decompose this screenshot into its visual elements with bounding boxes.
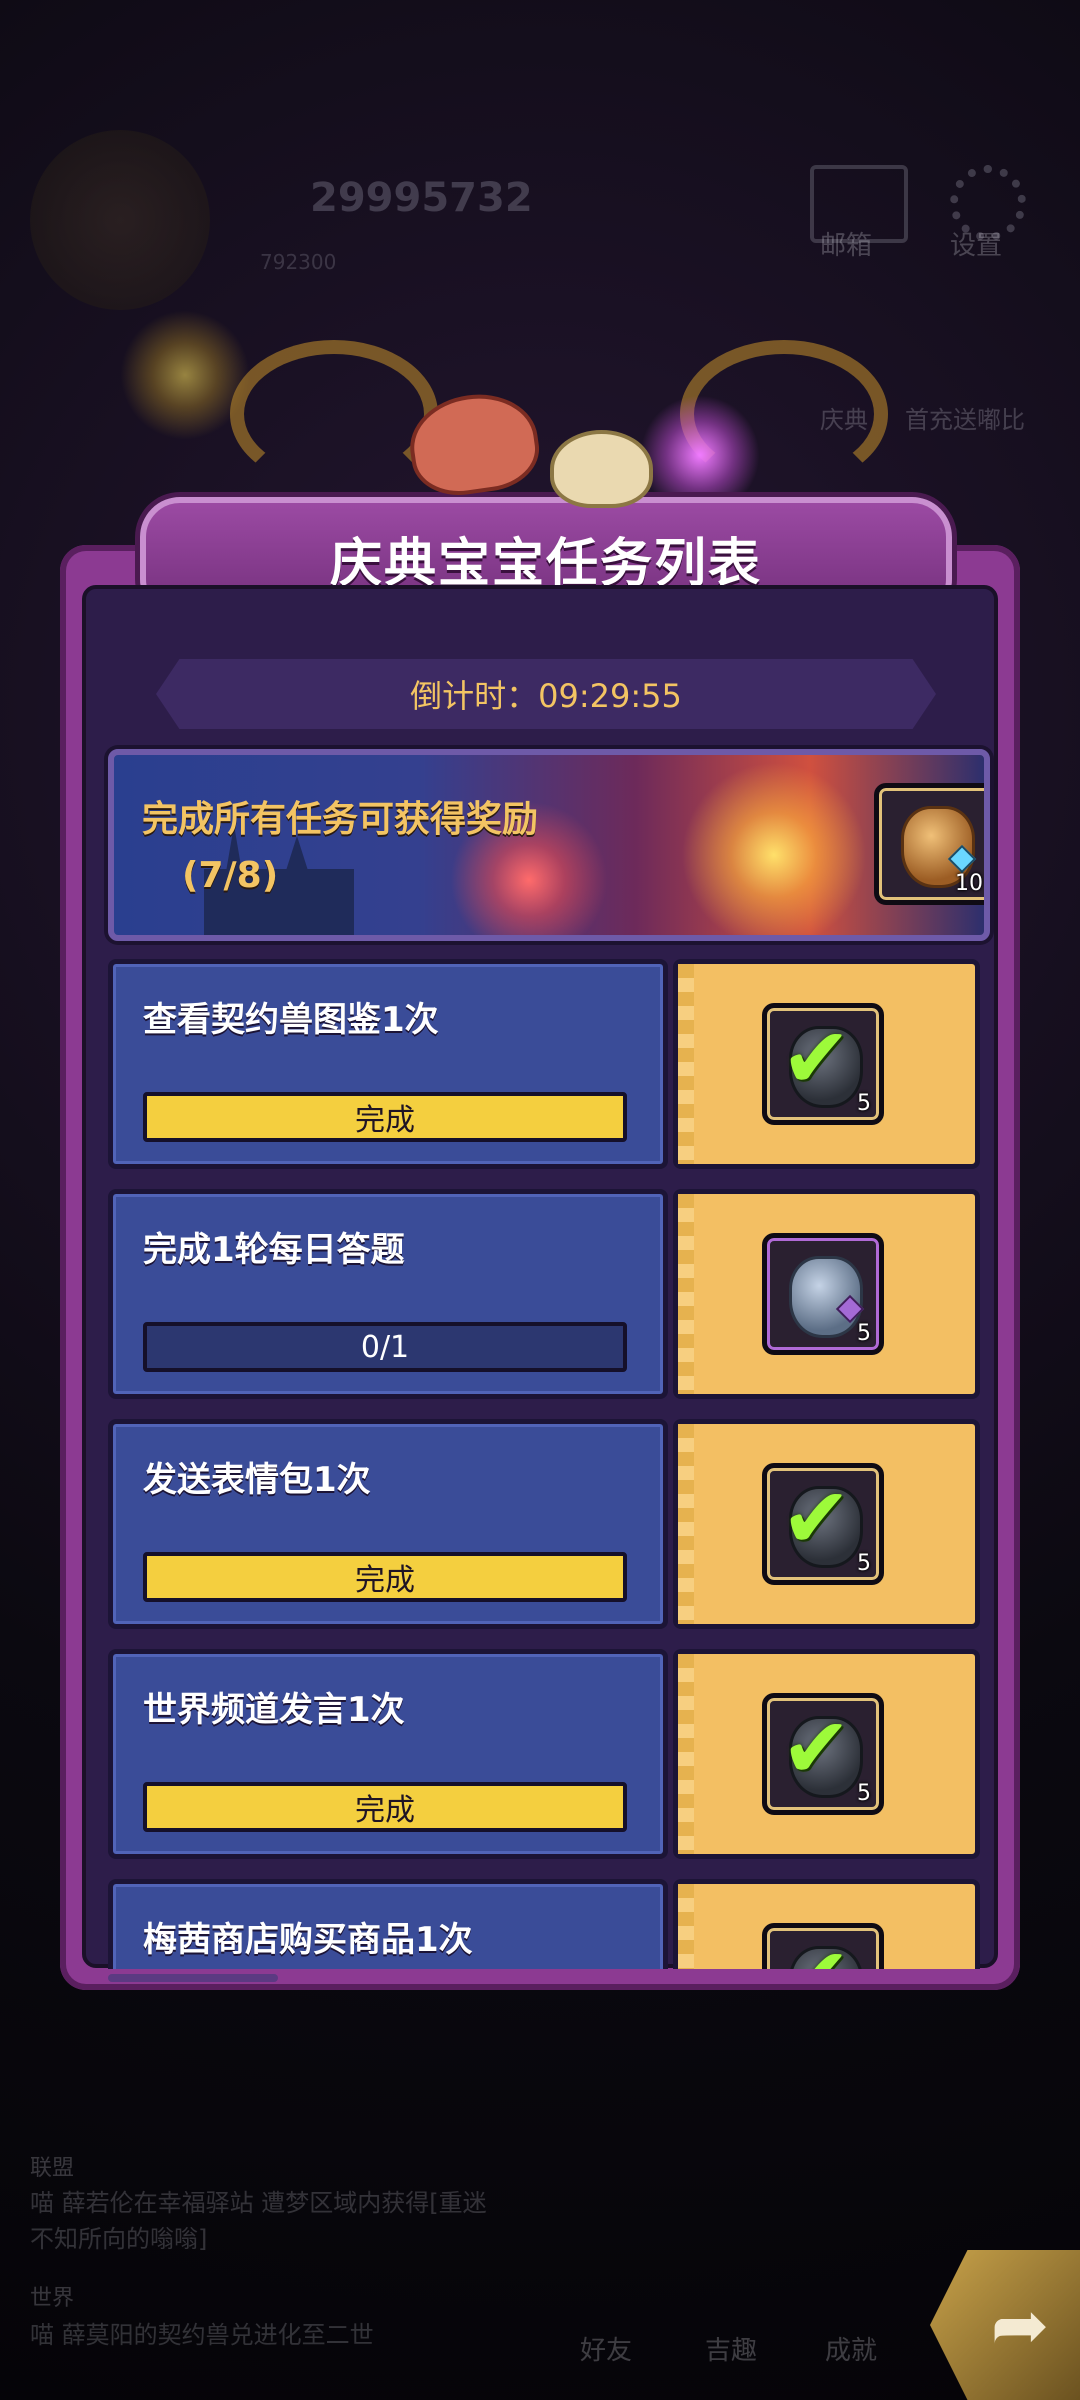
nav-achievements: 成就 — [825, 2336, 878, 2366]
scrollbar[interactable] — [108, 1974, 278, 1982]
checkmark-icon: ✔ — [781, 1009, 852, 1107]
task-progress-bar: 完成 — [143, 1092, 627, 1142]
nav-fun: 吉趣 — [705, 2336, 758, 2366]
coin-sub-count: 792300 — [260, 250, 337, 274]
first-recharge-label: 首充送嘟比 — [905, 406, 1025, 434]
task-reward-item[interactable]: ✔ 5 — [762, 1003, 884, 1125]
task-info: 梅茜商店购买商品1次 完成 — [108, 1879, 668, 1969]
task-info: 世界频道发言1次 完成 — [108, 1649, 668, 1859]
task-progress-bar: 完成 — [143, 1552, 627, 1602]
countdown-bar: 倒计时：09:29:55 — [156, 659, 936, 729]
task-reward-item[interactable]: ✔ 5 — [762, 1923, 884, 1969]
checkmark-icon: ✔ — [781, 1699, 852, 1797]
reward-progress: (7/8) — [182, 855, 279, 896]
mail-label: 邮箱 — [820, 231, 873, 261]
task-row: 完成1轮每日答题 0/1 5 — [108, 1189, 980, 1399]
task-name: 查看契约兽图鉴1次 — [143, 1000, 439, 1040]
task-row: 发送表情包1次 完成 ✔ 5 — [108, 1419, 980, 1629]
task-reward-item[interactable]: ✔ 5 — [762, 1463, 884, 1585]
task-list[interactable]: 查看契约兽图鉴1次 完成 ✔ 5 完成1轮每日答题 0/1 5 发送表情包1次 … — [108, 959, 980, 1969]
silver-jar-icon — [789, 1256, 865, 1338]
item-count: 5 — [857, 1781, 871, 1806]
red-bow-icon — [403, 386, 545, 502]
nav-friends: 好友 — [580, 2336, 633, 2366]
task-progress-bar: 0/1 — [143, 1322, 627, 1372]
task-row: 梅茜商店购买商品1次 完成 ✔ 5 — [108, 1879, 980, 1969]
task-name: 梅茜商店购买商品1次 — [143, 1920, 473, 1960]
task-name: 世界频道发言1次 — [143, 1690, 405, 1730]
player-avatar — [30, 130, 210, 310]
reward-description: 完成所有任务可获得奖励 — [142, 799, 539, 840]
task-panel: 庆典宝宝任务列表 倒计时：09:29:55 完成所有任务可获得奖励 (7/8) … — [60, 497, 1020, 1990]
task-progress-bar: 完成 — [143, 1782, 627, 1832]
item-count: 5 — [857, 1321, 871, 1346]
chat-line: 喵 薛若伦在幸福驿站 遭梦区域内获得[重迷 不知所向的嗡嗡] — [30, 2189, 487, 2253]
chat-line: 喵 薛莫阳的契约兽兑进化至二世 — [30, 2321, 374, 2349]
chat-title: 联盟 — [30, 2156, 75, 2181]
checkmark-icon: ✔ — [781, 1936, 851, 1969]
task-name: 完成1轮每日答题 — [143, 1230, 405, 1270]
countdown-text: 倒计时：09:29:55 — [410, 677, 682, 715]
task-info: 发送表情包1次 完成 — [108, 1419, 668, 1629]
settings-label: 设置 — [950, 231, 1003, 261]
cream-bow-icon — [550, 430, 653, 508]
completion-reward-banner: 完成所有任务可获得奖励 (7/8) 10 — [108, 749, 990, 941]
task-row: 查看契约兽图鉴1次 完成 ✔ 5 — [108, 959, 980, 1169]
gift-bow-decoration — [380, 385, 700, 515]
coin-count: 29995732 — [310, 175, 533, 221]
item-count: 10 — [955, 871, 983, 896]
panel-content: 倒计时：09:29:55 完成所有任务可获得奖励 (7/8) 10 查看契约兽图… — [82, 585, 998, 1982]
chat-title: 世界 — [30, 2286, 75, 2311]
item-count: 5 — [857, 1551, 871, 1576]
task-row: 世界频道发言1次 完成 ✔ 5 — [108, 1649, 980, 1859]
completion-reward-item[interactable]: 10 — [874, 783, 984, 905]
task-info: 完成1轮每日答题 0/1 — [108, 1189, 668, 1399]
firework-decoration — [674, 755, 874, 935]
task-reward-item[interactable]: 5 — [762, 1233, 884, 1355]
task-info: 查看契约兽图鉴1次 完成 — [108, 959, 668, 1169]
task-name: 发送表情包1次 — [143, 1460, 371, 1500]
task-reward-item[interactable]: ✔ 5 — [762, 1693, 884, 1815]
item-count: 5 — [857, 1091, 871, 1116]
checkmark-icon: ✔ — [781, 1469, 852, 1567]
share-arrow-icon: ➦ — [990, 2284, 1050, 2366]
